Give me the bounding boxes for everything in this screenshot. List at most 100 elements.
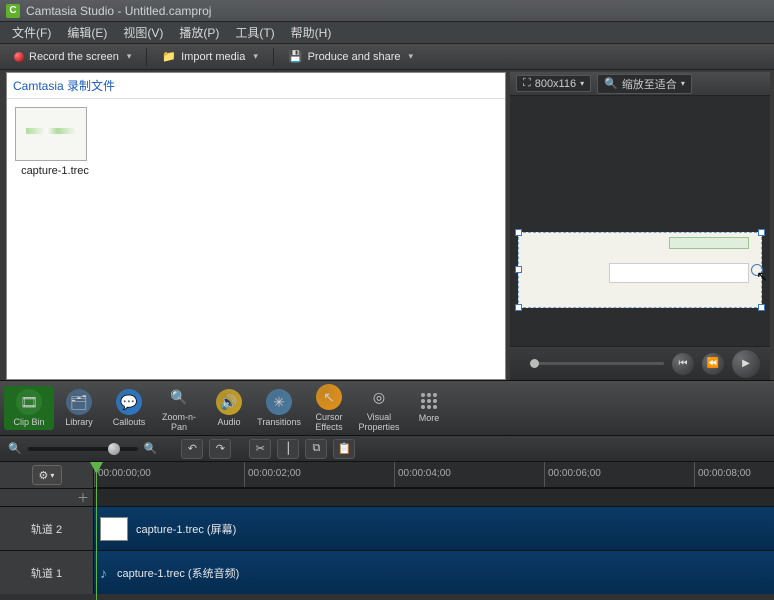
add-track-button[interactable]: ＋ — [0, 488, 94, 506]
timeline-clip[interactable]: capture-1.trec (屏幕) — [96, 513, 236, 545]
visual-properties-icon: ◎ — [366, 384, 392, 410]
share-icon: 💾 — [289, 50, 303, 63]
track-lane[interactable]: ♪capture-1.trec (系统音频) — [94, 551, 774, 594]
clip-bin-panel: Camtasia 录制文件 capture-1.trec — [6, 72, 506, 380]
tool-label: Clip Bin — [4, 417, 54, 427]
timeline-toolbar: ↶ ↷ ✂ ⎮ ⧉ 📋 — [0, 436, 774, 462]
import-label: Import media — [181, 51, 245, 63]
ruler-tick: 00:00:08;00 — [694, 462, 751, 487]
track-label[interactable]: 轨道 1 — [0, 551, 94, 594]
zoom-label: 缩放至适合 — [622, 76, 677, 92]
play-button[interactable]: ▶ — [732, 350, 760, 378]
tool-label: Zoom-n-Pan — [154, 412, 204, 432]
document-name: Untitled.camproj — [125, 4, 212, 18]
tool-cursor-effects[interactable]: ↖Cursor Effects — [304, 381, 354, 435]
cut-button[interactable]: ✂ — [249, 439, 271, 459]
split-icon: ⎮ — [286, 442, 292, 455]
zoom-n-pan-icon: 🔍 — [166, 384, 192, 410]
copy-icon: ⧉ — [312, 442, 320, 455]
clip-filename: capture-1.trec — [15, 165, 95, 177]
ruler-tick: 00:00:02;00 — [244, 462, 301, 487]
resize-handle-se[interactable] — [758, 304, 765, 311]
chevron-down-icon: ▾ — [50, 471, 54, 480]
copy-button[interactable]: ⧉ — [305, 439, 327, 459]
tool-callouts[interactable]: 💬Callouts — [104, 386, 154, 430]
produce-label: Produce and share — [308, 51, 401, 63]
playback-slider[interactable] — [530, 362, 664, 365]
search-icon: 🔍 — [604, 77, 618, 90]
workspace: Camtasia 录制文件 capture-1.trec ⛶ 800x116 ▾… — [0, 70, 774, 380]
resize-handle-w[interactable] — [515, 266, 522, 273]
gear-icon: ⚙ — [39, 469, 49, 482]
play-icon: ▶ — [742, 358, 750, 369]
selection-frame[interactable] — [518, 232, 762, 308]
split-button[interactable]: ⎮ — [277, 439, 299, 459]
timeline-settings-button[interactable]: ⚙▾ — [32, 465, 62, 485]
clip-bin-icon: 🎞 — [16, 389, 42, 415]
resize-handle-ne[interactable] — [758, 229, 765, 236]
menu-1[interactable]: 编辑(E) — [59, 22, 115, 43]
resize-handle-sw[interactable] — [515, 304, 522, 311]
record-label: Record the screen — [29, 51, 119, 63]
tool-label: Audio — [204, 417, 254, 427]
redo-icon: ↷ — [216, 442, 225, 455]
produce-share-button[interactable]: 💾 Produce and share — [281, 47, 421, 66]
timeline-ruler[interactable]: 00:00:00;0000:00:02;0000:00:04;0000:00:0… — [94, 462, 774, 488]
more-icon — [421, 393, 437, 409]
tool-library[interactable]: 🗂Library — [54, 386, 104, 430]
timeline-clip[interactable]: ♪capture-1.trec (系统音频) — [96, 557, 239, 589]
clip-bin-body[interactable]: capture-1.trec — [7, 99, 505, 379]
clip-thumbnail[interactable] — [15, 107, 87, 161]
slider-knob[interactable] — [108, 443, 120, 455]
import-media-button[interactable]: 📁 Import media — [154, 47, 265, 66]
zoom-in-icon[interactable] — [144, 442, 158, 455]
paste-icon: 📋 — [338, 442, 352, 455]
menu-5[interactable]: 帮助(H) — [283, 22, 340, 43]
tool-more[interactable]: More — [404, 390, 454, 426]
record-screen-button[interactable]: Record the screen — [6, 48, 139, 66]
menu-3[interactable]: 播放(P) — [171, 22, 227, 43]
canvas-dimensions: 800x116 — [535, 78, 576, 90]
tool-transitions[interactable]: ✳ Transitions — [254, 386, 304, 430]
canvas-size-button[interactable]: ⛶ 800x116 ▾ — [516, 75, 591, 92]
ruler-tick: 00:00:00;00 — [94, 462, 151, 487]
track-row: 轨道 2capture-1.trec (屏幕) — [0, 506, 774, 550]
undo-button[interactable]: ↶ — [181, 439, 203, 459]
clip-item[interactable]: capture-1.trec — [15, 107, 95, 177]
zoom-out-icon[interactable] — [8, 442, 22, 455]
track-gap — [94, 488, 774, 506]
tool-clip-bin[interactable]: 🎞 Clip Bin — [4, 386, 54, 430]
playback-controls: ⏮ ⏪ ▶ — [510, 346, 770, 380]
menubar: 文件(F)编辑(E)视图(V)播放(P)工具(T)帮助(H) — [0, 22, 774, 44]
menu-4[interactable]: 工具(T) — [227, 22, 282, 43]
timeline-zoom-slider[interactable] — [28, 447, 138, 451]
resize-handle-nw[interactable] — [515, 229, 522, 236]
expand-icon: ⛶ — [523, 77, 531, 90]
tool-label: Transitions — [254, 417, 304, 427]
app-name: Camtasia Studio — [26, 4, 114, 18]
prev-frame-button[interactable]: ⏮ — [672, 353, 694, 375]
separator — [146, 48, 147, 66]
rewind-button[interactable]: ⏪ — [702, 353, 724, 375]
tool-label: Callouts — [104, 417, 154, 427]
tool-label: Visual Properties — [354, 412, 404, 432]
zoom-dropdown[interactable]: 🔍 缩放至适合 ▾ — [597, 74, 692, 94]
menu-2[interactable]: 视图(V) — [115, 22, 171, 43]
rotate-handle[interactable] — [751, 264, 763, 276]
track-label[interactable]: 轨道 2 — [0, 507, 94, 550]
undo-icon: ↶ — [188, 442, 197, 455]
playhead[interactable] — [96, 462, 97, 600]
tool-label: Cursor Effects — [304, 412, 354, 432]
track-lane[interactable]: capture-1.trec (屏幕) — [94, 507, 774, 550]
chevron-down-icon: ▾ — [580, 79, 584, 88]
tool-audio[interactable]: 🔊Audio — [204, 386, 254, 430]
transitions-icon: ✳ — [266, 389, 292, 415]
menu-0[interactable]: 文件(F) — [4, 22, 59, 43]
separator — [273, 48, 274, 66]
paste-button[interactable]: 📋 — [333, 439, 355, 459]
tool-zoom-n-pan[interactable]: 🔍Zoom-n-Pan — [154, 381, 204, 435]
ruler-tick: 00:00:06;00 — [544, 462, 601, 487]
tool-visual-properties[interactable]: ◎Visual Properties — [354, 381, 404, 435]
redo-button[interactable]: ↷ — [209, 439, 231, 459]
preview-canvas[interactable]: ↖ — [510, 96, 770, 346]
